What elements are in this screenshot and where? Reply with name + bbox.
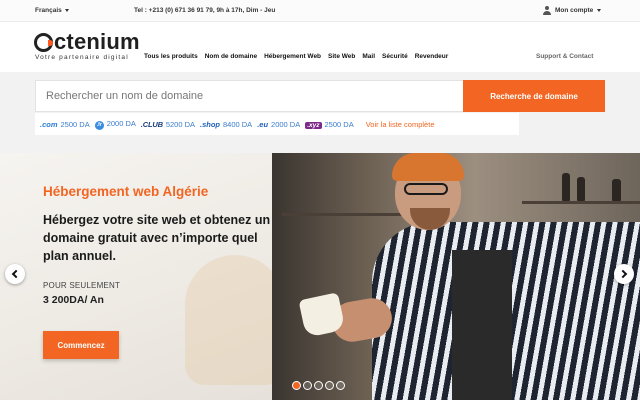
nav-item-security[interactable]: Sécurité (382, 53, 408, 60)
top-bar: Français Tel : +213 (0) 671 36 91 79, 9h… (0, 0, 640, 22)
domain-search-input[interactable] (35, 80, 463, 112)
account-label: Mon compte (555, 7, 594, 14)
chevron-right-icon (618, 269, 628, 279)
hero-photo-glasses (404, 183, 448, 195)
logo[interactable]: ctenium Votre partenaire digital (34, 31, 140, 61)
background-shelf (522, 201, 640, 204)
tld-name: .eu (257, 119, 269, 129)
background-bottle (612, 179, 621, 201)
slider-dot[interactable] (314, 381, 323, 390)
start-button[interactable]: Commencez (43, 331, 119, 359)
main-nav: Tous les produits Nom de domaine Héberge… (144, 53, 448, 60)
tld-price: 5200 DA (165, 119, 195, 129)
tld-item-shop[interactable]: .shop 8400 DA (200, 120, 252, 129)
slider-prev-button[interactable] (5, 264, 25, 284)
price-label: POUR SEULEMENT (43, 281, 121, 290)
site-header: ctenium Votre partenaire digital Tous le… (0, 22, 640, 72)
tld-name: .xyz (305, 121, 322, 129)
phone-info: Tel : +213 (0) 671 36 91 79, 9h à 17h, D… (134, 7, 276, 14)
tld-name: .CLUB (140, 119, 163, 129)
logo-text: ctenium (54, 29, 140, 54)
tld-price: 2500 DA (60, 119, 90, 129)
slider-dot[interactable] (303, 381, 312, 390)
language-selector[interactable]: Français (35, 7, 69, 14)
chevron-down-icon (64, 9, 69, 12)
nav-item-web-hosting[interactable]: Hébergement Web (264, 53, 321, 60)
price-value: 3 200DA/ An (43, 294, 104, 306)
tld-name: .com (40, 119, 58, 129)
nav-item-mail[interactable]: Mail (362, 53, 375, 60)
hero-photo-beanie (392, 153, 464, 181)
logo-wordmark: ctenium (34, 31, 140, 53)
tld-item-club[interactable]: .CLUB 5200 DA (141, 120, 195, 129)
tld-item-com[interactable]: .com 2500 DA (40, 120, 90, 129)
tld-price: 2000 DA (271, 119, 301, 129)
slider-pagination (292, 381, 345, 390)
account-menu[interactable]: Mon compte (543, 6, 602, 15)
tld-price: 2000 DA (106, 118, 136, 128)
nav-item-website[interactable]: Site Web (328, 53, 355, 60)
chevron-down-icon (597, 9, 602, 12)
logo-tagline: Votre partenaire digital (35, 54, 129, 61)
slider-next-button[interactable] (614, 264, 634, 284)
tld-price: 2500 DA (324, 119, 354, 129)
view-full-list-link[interactable]: Voir la liste complète (366, 120, 435, 129)
domain-search-button[interactable]: Recherche de domaine (463, 80, 605, 112)
tld-price: 8400 DA (223, 119, 253, 129)
slider-dot[interactable] (325, 381, 334, 390)
hero-photo-woman (185, 255, 285, 385)
hero-title: Hébergement web Algérie (43, 184, 209, 199)
tld-item-fr[interactable]: .fr 2000 DA (94, 118, 136, 130)
hero-photo-apron (452, 250, 512, 400)
chevron-left-icon (11, 269, 21, 279)
tld-item-xyz[interactable]: .xyz 2500 DA (305, 119, 354, 129)
language-label: Français (35, 7, 62, 14)
user-icon (543, 6, 551, 15)
logo-o-icon (34, 32, 53, 52)
background-bottle (577, 177, 585, 201)
hero-subtitle: Hébergez votre site web et obtenez un do… (43, 213, 271, 263)
tld-name: .fr (94, 120, 104, 130)
tld-item-eu[interactable]: .eu 2000 DA (257, 120, 300, 129)
page: Français Tel : +213 (0) 671 36 91 79, 9h… (0, 0, 640, 400)
background-bottle (562, 173, 570, 201)
nav-item-domain-name[interactable]: Nom de domaine (205, 53, 257, 60)
slider-dot[interactable] (292, 381, 301, 390)
tld-price-list: .com 2500 DA .fr 2000 DA .CLUB 5200 DA .… (35, 113, 519, 135)
nav-item-reseller[interactable]: Revendeur (415, 53, 449, 60)
support-contact-link[interactable]: Support & Contact (536, 53, 593, 60)
slider-dot[interactable] (336, 381, 345, 390)
nav-item-all-products[interactable]: Tous les produits (144, 53, 198, 60)
domain-search-section: Recherche de domaine .com 2500 DA .fr 20… (0, 72, 640, 154)
tld-name: .shop (200, 119, 220, 129)
